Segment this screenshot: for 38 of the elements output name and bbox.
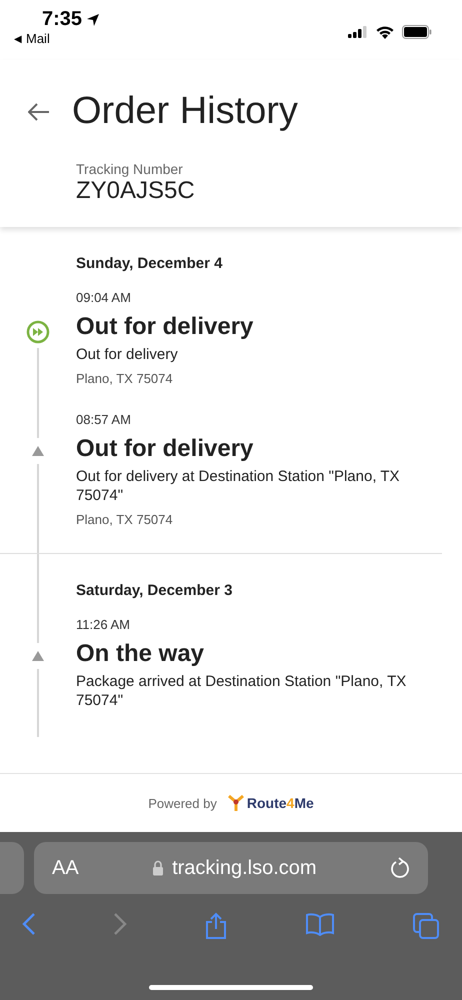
event-location: Plano, TX 75074 [76,512,174,526]
page-title: Order History [72,90,298,133]
battery-icon [402,25,432,39]
event-time: 09:04 AM [76,290,132,305]
event-title: Out for delivery [76,434,254,462]
triangle-icon [32,650,44,660]
event-time: 08:57 AM [76,412,132,426]
back-arrow-icon[interactable] [28,102,50,120]
location-arrow-icon [86,12,100,26]
tracking-number-label: Tracking Number [76,161,184,177]
signal-icon [348,26,368,38]
tracking-number: ZY0AJS5C [76,177,196,205]
logo-icon [226,793,245,813]
share-button[interactable] [204,912,228,940]
back-to-app-link[interactable]: Mail [26,31,50,46]
triangle-icon [32,446,44,456]
wifi-icon [376,26,394,38]
url-text: tracking.lso.com [172,856,317,880]
address-bar[interactable]: AA tracking.lso.com [34,842,428,894]
clock-time: 7:35 [42,8,82,31]
day-heading: Sunday, December 4 [76,254,222,274]
reload-icon[interactable] [390,857,410,879]
event-description: Out for delivery at Destination Station "Plano, TX 75074" [76,466,401,506]
tabs-button[interactable] [412,912,440,940]
logo-text: Route4Me [246,795,314,811]
event-description: Package arrived at Destination Station "Plano, TX 75074" [76,672,408,710]
event-description: Out for delivery [76,345,179,364]
text-size-button[interactable]: AA [52,856,79,880]
event-location: Plano, TX 75074 [76,370,174,386]
day-heading: Saturday, December 3 [76,580,232,600]
fast-forward-icon [26,320,50,344]
event-time: 11:26 AM [76,616,131,632]
event-title: Out for delivery [76,313,254,341]
previous-tab[interactable] [0,842,24,894]
back-arrow[interactable]: ◀ [14,32,22,44]
lock-icon [152,860,164,876]
event-title: On the way [76,640,206,668]
powered-by-text: Powered by [148,796,217,810]
